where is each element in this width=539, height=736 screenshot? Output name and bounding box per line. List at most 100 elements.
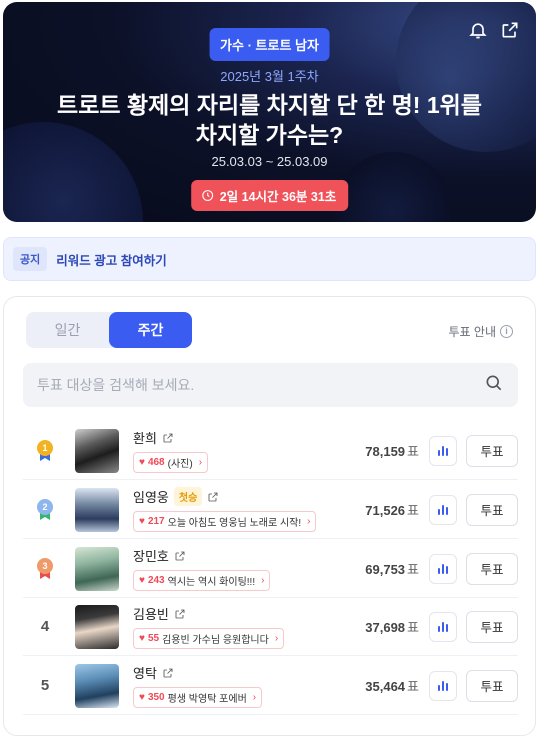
week-label: 2025년 3월 1주차 (220, 69, 319, 84)
vote-unit: 표 (407, 679, 419, 694)
ranking-row: 3 장민호 ♥ 243 역시는 역시 화이팅!!! › 69,753 표 투표 (23, 540, 518, 598)
search-icon[interactable] (484, 373, 504, 398)
artist-name[interactable]: 장민호 (133, 546, 169, 565)
bar-chart-icon (438, 504, 448, 515)
clock-icon (201, 190, 213, 201)
stats-button[interactable] (429, 611, 457, 642)
rank-cell: 5 (23, 677, 67, 694)
vote-button[interactable]: 투표 (466, 552, 518, 585)
artist-photo[interactable] (75, 428, 119, 473)
cheer-text: 역시는 역시 화이팅!!! (167, 577, 256, 588)
vote-count: 78,159 표 (349, 441, 419, 460)
ranking-card: 일간 주간 투표 안내 i 1환희♥468(사진)›78,159표투표2임영웅첫… (3, 296, 536, 736)
page-title: 트로트 황제의 자리를 차지할 단 한 명! 1위를 차지할 가수는? (3, 90, 536, 150)
external-link-icon[interactable] (162, 432, 174, 444)
vote-guide-label: 투표 안내 (448, 325, 497, 339)
vote-unit: 표 (407, 562, 419, 577)
cheer-text: 김용빈 가수님 응원합니다 (162, 635, 269, 646)
bronze-medal-icon: 3 (37, 557, 53, 580)
external-link-icon[interactable] (162, 667, 174, 679)
tab-weekly[interactable]: 주간 (109, 312, 192, 348)
heart-icon: ♥ (139, 633, 145, 644)
cheer-message[interactable]: ♥ 243 역시는 역시 화이팅!!! › (133, 570, 271, 591)
search-input[interactable] (37, 377, 484, 393)
stats-button[interactable] (429, 435, 457, 466)
rank-number: 1 (37, 439, 53, 456)
cheer-count: 468 (147, 457, 165, 468)
notice-tag: 공지 (13, 247, 48, 271)
artist-photo[interactable] (75, 546, 119, 591)
cheer-message[interactable]: ♥ 217 오늘 아침도 영웅님 노래로 시작! › (133, 511, 317, 532)
vote-number: 69,753 (365, 562, 406, 577)
countdown-text: 2일 14시간 36분 31초 (219, 190, 337, 204)
vote-count: 69,753 표 (349, 559, 419, 578)
stats-button[interactable] (429, 494, 457, 525)
vote-button[interactable]: 투표 (466, 669, 518, 702)
gold-medal-icon: 1 (37, 439, 53, 462)
artist-photo[interactable] (75, 604, 119, 649)
chevron-right-icon: › (261, 575, 265, 586)
search-bar (23, 363, 518, 407)
artist-name[interactable]: 영탁 (133, 663, 157, 682)
heart-icon: ♥ (139, 516, 145, 527)
vote-button[interactable]: 투표 (466, 493, 518, 526)
artist-photo[interactable] (75, 487, 119, 532)
notice-text[interactable]: 리워드 광고 참여하기 (56, 250, 166, 269)
cheer-text: 평생 박영탁 포에버 (167, 694, 247, 705)
bar-chart-icon (438, 680, 448, 691)
vote-button[interactable]: 투표 (466, 434, 518, 467)
artist-name[interactable]: 김용빈 (133, 604, 169, 623)
share-icon[interactable] (500, 20, 520, 45)
vote-count: 71,526 표 (349, 500, 419, 519)
ranking-row: 5 영탁 ♥ 350 평생 박영탁 포에버 › 35,464 표 투표 (23, 657, 518, 715)
cheer-count: 243 (147, 575, 165, 586)
chevron-right-icon: › (307, 516, 311, 527)
title-line: 트로트 황제의 자리를 차지할 단 한 명! 1위를 (57, 92, 482, 118)
rank-cell: 3 (23, 557, 67, 580)
vote-number: 35,464 (365, 679, 406, 694)
vote-count: 35,464 표 (349, 676, 419, 695)
bar-chart-icon (438, 621, 448, 632)
artist-photo[interactable] (75, 663, 119, 708)
info-icon: i (500, 325, 513, 338)
cheer-text: (사진) (167, 459, 193, 470)
tab-daily[interactable]: 일간 (26, 312, 109, 348)
chevron-right-icon: › (252, 692, 257, 703)
cheer-message[interactable]: ♥ 55 김용빈 가수님 응원합니다 › (133, 628, 285, 649)
rank-number: 5 (40, 677, 50, 694)
external-link-icon[interactable] (174, 550, 186, 562)
notice-bar[interactable]: 공지 리워드 광고 참여하기 (3, 237, 536, 281)
chevron-right-icon: › (274, 633, 279, 644)
vote-number: 37,698 (365, 620, 406, 635)
vote-unit: 표 (407, 620, 419, 635)
external-link-icon[interactable] (207, 491, 219, 503)
heart-icon: ♥ (139, 457, 145, 468)
first-win-badge: 첫승 (173, 487, 203, 506)
bell-icon[interactable] (468, 20, 488, 45)
title-line: 차지할 가수는? (195, 122, 344, 148)
silver-medal-icon: 2 (37, 498, 53, 521)
stats-button[interactable] (429, 553, 457, 584)
vote-unit: 표 (407, 444, 419, 459)
heart-icon: ♥ (139, 575, 145, 586)
rank-number: 4 (40, 618, 50, 635)
stats-button[interactable] (429, 670, 457, 701)
rank-cell: 1 (23, 439, 67, 462)
external-link-icon[interactable] (174, 608, 186, 620)
event-hero-banner: 가수 · 트로트 남자 2025년 3월 1주차 트로트 황제의 자리를 차지할… (3, 2, 536, 222)
artist-name[interactable]: 환희 (133, 428, 157, 447)
period-tabs: 일간 주간 (26, 312, 192, 348)
cheer-message[interactable]: ♥ 350 평생 박영탁 포에버 › (133, 687, 263, 708)
ranking-row: 1 환희 ♥ 468 (사진) › 78,159 표 투표 (23, 422, 518, 480)
vote-number: 71,526 (365, 503, 406, 518)
rank-cell: 4 (23, 618, 67, 635)
vote-button[interactable]: 투표 (466, 610, 518, 643)
cheer-message[interactable]: ♥ 468 (사진) › (133, 452, 209, 473)
countdown-badge: 2일 14시간 36분 31초 (190, 180, 349, 211)
cheer-count: 350 (147, 692, 165, 703)
vote-guide-link[interactable]: 투표 안내 i (448, 323, 513, 340)
artist-name[interactable]: 임영웅 (133, 487, 169, 506)
vote-unit: 표 (407, 503, 419, 518)
vote-number: 78,159 (365, 444, 406, 459)
cheer-text: 오늘 아침도 영웅님 노래로 시작! (167, 518, 302, 529)
